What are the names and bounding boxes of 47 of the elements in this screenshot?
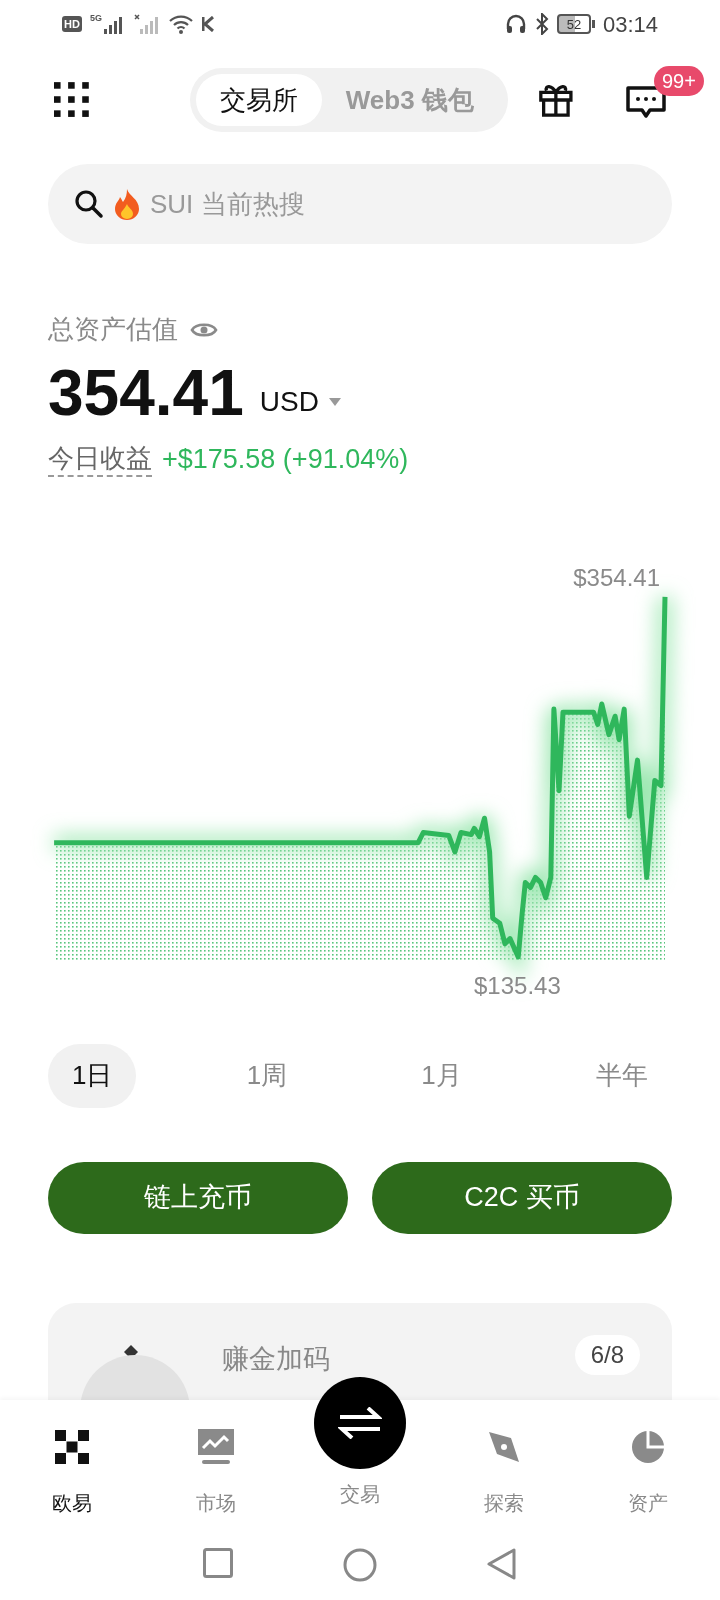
nav-label[interactable]: 资产: [628, 1488, 668, 1518]
search-placeholder: SUI 当前热搜: [150, 187, 305, 221]
fire-icon: [114, 188, 140, 220]
recents-button[interactable]: [203, 1548, 233, 1578]
chart-monitor-icon: [197, 1429, 235, 1465]
hd-label: HD: [62, 16, 82, 32]
action-button[interactable]: 链上充币: [48, 1161, 348, 1234]
gift-icon[interactable]: [538, 82, 574, 118]
currency-selector[interactable]: USD: [259, 381, 319, 423]
back-button[interactable]: [487, 1548, 517, 1580]
headphones-icon: [504, 13, 527, 35]
k-icon: [201, 16, 214, 32]
home-button[interactable]: [343, 1548, 377, 1582]
total-assets-value: 354.41: [48, 356, 244, 431]
daily-pnl-label[interactable]: 今日收益: [48, 441, 152, 478]
min-value-label: $135.43: [474, 970, 561, 1001]
search-icon: [74, 189, 104, 219]
checker-logo-icon: [55, 1430, 89, 1464]
promo-title: 赚金加码: [222, 1342, 330, 1376]
action-button[interactable]: C2C 买币: [372, 1161, 672, 1234]
nav-label[interactable]: 探索: [484, 1488, 524, 1518]
total-assets-label: 总资产估值: [48, 313, 178, 346]
search-field[interactable]: SUI 当前热搜: [48, 164, 672, 244]
daily-pnl-value: +$175.58 (+91.04%): [162, 443, 409, 476]
period-tab[interactable]: 半年: [571, 1043, 672, 1108]
bluetooth-icon: [534, 13, 549, 35]
tab[interactable]: 交易所: [195, 74, 322, 126]
progress-pill: 6/8: [574, 1334, 640, 1375]
nav-label[interactable]: 交易: [340, 1479, 380, 1509]
network-label: 5G: [89, 14, 102, 23]
promo-card[interactable]: 赚金加码 6/8: [48, 1302, 672, 1401]
max-value-label: $354.41: [573, 562, 660, 593]
nav-label[interactable]: 市场: [196, 1488, 236, 1518]
signal-icon: [133, 14, 160, 34]
menu-icon[interactable]: [54, 81, 90, 119]
compass-icon: [487, 1430, 521, 1464]
nav-label[interactable]: 欧易: [52, 1488, 92, 1518]
notification-badge: 99+: [654, 66, 704, 96]
pie-chart-icon: [631, 1430, 665, 1464]
period-tab[interactable]: 1日: [48, 1043, 137, 1108]
period-tab[interactable]: 1周: [222, 1043, 312, 1108]
wifi-icon: [167, 14, 194, 34]
tab[interactable]: Web3 钱包: [321, 74, 498, 126]
clock-time: 03:14: [602, 10, 658, 39]
period-tab[interactable]: 1月: [397, 1043, 486, 1108]
swap-icon: [338, 1407, 382, 1439]
caret-icon[interactable]: [328, 398, 341, 406]
